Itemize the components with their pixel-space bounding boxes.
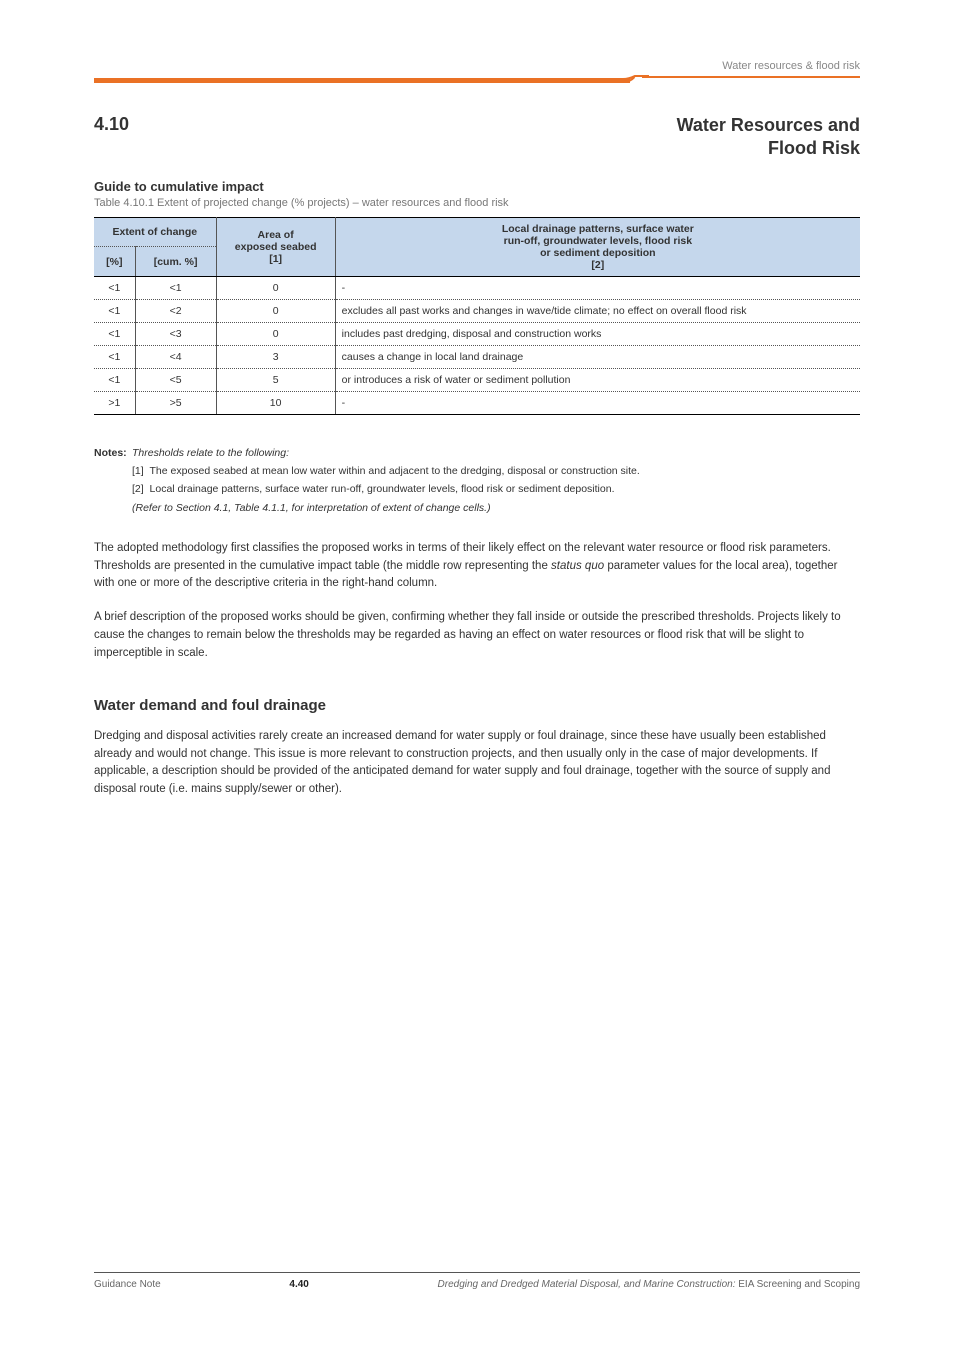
footer-page-number: 4.40 [289, 1279, 308, 1290]
cell-drainage: - [335, 276, 860, 299]
cumulative-impact-table: Extent of change Area ofexposed seabed[1… [94, 217, 860, 415]
cell-cum: >5 [135, 391, 216, 414]
notes-intro: Thresholds relate to the following: [132, 445, 860, 461]
cell-pct: <1 [94, 368, 135, 391]
cell-seabed: 0 [216, 299, 335, 322]
cell-cum: <3 [135, 322, 216, 345]
header-category: Water resources & flood risk [94, 60, 860, 72]
table-row: >1>510- [94, 391, 860, 414]
notes-item-1: [1] The exposed seabed at mean low water… [132, 463, 860, 479]
cell-cum: <5 [135, 368, 216, 391]
cell-seabed: 3 [216, 345, 335, 368]
notes-end: (Refer to Section 4.1, Table 4.1.1, for … [132, 500, 860, 516]
notes-item-2: [2] Local drainage patterns, surface wat… [132, 481, 860, 497]
section-title: Water Resources and Flood Risk [677, 114, 860, 161]
table-notes: Notes: Thresholds relate to the followin… [94, 445, 860, 518]
cell-seabed: 0 [216, 322, 335, 345]
cell-seabed: 5 [216, 368, 335, 391]
col-subheader-pct: [%] [94, 247, 135, 277]
subheading: Guide to cumulative impact [94, 179, 860, 194]
cell-drainage: includes past dredging, disposal and con… [335, 322, 860, 345]
col-header-drainage: Local drainage patterns, surface waterru… [335, 217, 860, 276]
paragraph-2: A brief description of the proposed work… [94, 609, 860, 662]
notes-label: Notes: [94, 445, 132, 461]
col-header-seabed: Area ofexposed seabed[1] [216, 217, 335, 276]
col-subheader-cum: [cum. %] [135, 247, 216, 277]
table-row: <1<10- [94, 276, 860, 299]
cell-pct: <1 [94, 345, 135, 368]
cell-pct: <1 [94, 276, 135, 299]
subsection-title: Water demand and foul drainage [94, 697, 860, 714]
cell-drainage: excludes all past works and changes in w… [335, 299, 860, 322]
cell-cum: <1 [135, 276, 216, 299]
table-caption: Table 4.10.1 Extent of projected change … [94, 197, 860, 209]
cell-drainage: - [335, 391, 860, 414]
cell-drainage: or introduces a risk of water or sedimen… [335, 368, 860, 391]
cell-cum: <4 [135, 345, 216, 368]
table-row: <1<43causes a change in local land drain… [94, 345, 860, 368]
header-divider [94, 76, 860, 86]
footer-left: Guidance Note [94, 1279, 161, 1290]
table-row: <1<30includes past dredging, disposal an… [94, 322, 860, 345]
cell-cum: <2 [135, 299, 216, 322]
paragraph-3: Dredging and disposal activities rarely … [94, 728, 860, 799]
page-footer: Guidance Note 4.40 Dredging and Dredged … [94, 1272, 860, 1290]
paragraph-1: The adopted methodology first classifies… [94, 540, 860, 593]
cell-seabed: 0 [216, 276, 335, 299]
table-row: <1<20excludes all past works and changes… [94, 299, 860, 322]
table-row: <1<55or introduces a risk of water or se… [94, 368, 860, 391]
section-number: 4.10 [94, 114, 677, 135]
col-header-extent: Extent of change [94, 217, 216, 247]
footer-right: Dredging and Dredged Material Disposal, … [438, 1279, 860, 1290]
cell-seabed: 10 [216, 391, 335, 414]
cell-pct: >1 [94, 391, 135, 414]
cell-pct: <1 [94, 299, 135, 322]
cell-pct: <1 [94, 322, 135, 345]
cell-drainage: causes a change in local land drainage [335, 345, 860, 368]
